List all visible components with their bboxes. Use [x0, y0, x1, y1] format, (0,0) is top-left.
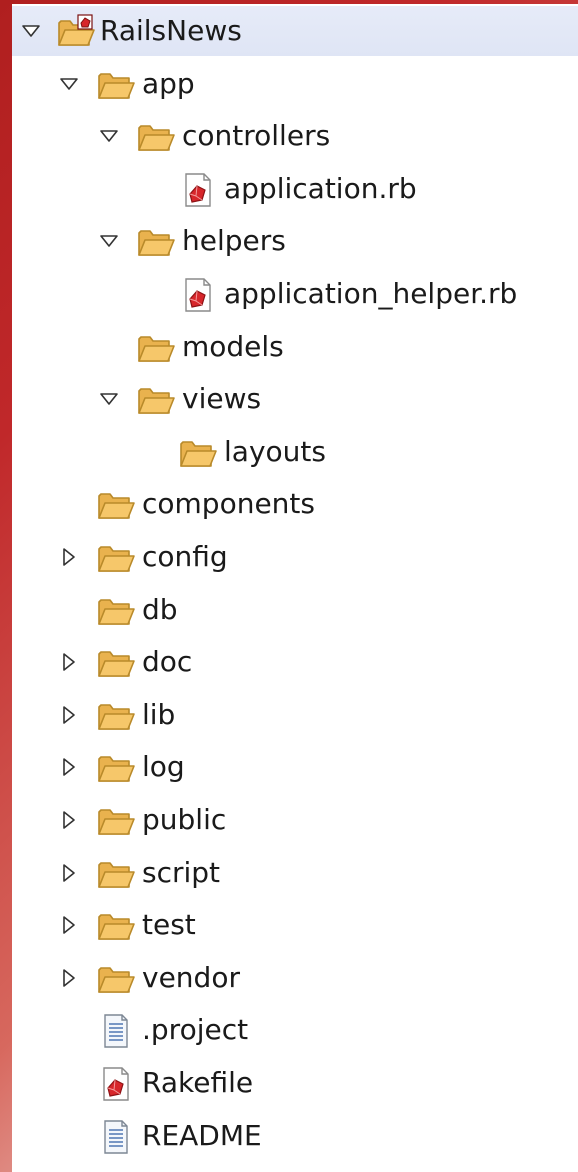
tree-item-label: script — [142, 855, 221, 889]
folder-icon — [96, 856, 136, 892]
tree-item-lib[interactable]: lib — [12, 690, 578, 740]
text-file-icon — [96, 1013, 136, 1049]
collapsed-arrow-icon[interactable] — [58, 756, 80, 778]
tree-item-application-helper-rb[interactable]: application_helper.rb — [12, 269, 578, 319]
folder-icon — [96, 908, 136, 944]
folder-icon — [96, 961, 136, 997]
tree-item-components[interactable]: components — [12, 479, 578, 529]
tree-item-readme[interactable]: README — [12, 1111, 578, 1161]
tree-item-label: lib — [142, 697, 176, 731]
tree-item-doc[interactable]: doc — [12, 637, 578, 687]
folder-icon — [136, 119, 176, 155]
collapsed-arrow-icon[interactable] — [58, 862, 80, 884]
tree-item-public[interactable]: public — [12, 795, 578, 845]
tree-root-row[interactable]: RailsNews — [12, 6, 578, 56]
folder-icon — [136, 224, 176, 260]
tree-item-label: app — [142, 66, 195, 100]
tree-item-label: helpers — [182, 224, 286, 258]
tree-item-label: db — [142, 592, 178, 626]
folder-icon — [136, 330, 176, 366]
tree-item-label: public — [142, 803, 227, 836]
collapsed-arrow-icon[interactable] — [58, 914, 80, 936]
tree-item-label: components — [142, 487, 315, 521]
tree-item-label: .project — [142, 1013, 249, 1047]
ruby-file-icon — [96, 1066, 136, 1102]
folder-icon — [96, 750, 136, 786]
expanded-arrow-icon[interactable] — [98, 230, 120, 252]
tree-item-db[interactable]: db — [12, 585, 578, 635]
folder-icon — [96, 645, 136, 681]
collapsed-arrow-icon[interactable] — [58, 651, 80, 673]
tree-item-label: layouts — [224, 434, 326, 468]
ruby-file-icon — [178, 172, 218, 208]
tree-item-label: log — [142, 750, 185, 784]
project-tree: RailsNews app controllers application.rb hel… — [12, 4, 578, 1172]
tree-item-layouts[interactable]: layouts — [12, 427, 578, 477]
tree-item-label: config — [142, 540, 228, 573]
tree-item-label: doc — [142, 645, 193, 679]
tree-item-label: controllers — [182, 119, 331, 153]
tree-item-rakefile[interactable]: Rakefile — [12, 1058, 578, 1108]
tree-item-label: application.rb — [224, 171, 417, 205]
collapsed-arrow-icon[interactable] — [58, 809, 80, 831]
tree-item-label: vendor — [142, 960, 240, 994]
collapsed-arrow-icon[interactable] — [58, 546, 80, 568]
tree-item-test[interactable]: test — [12, 900, 578, 950]
tree-item-project[interactable]: .project — [12, 1005, 578, 1055]
expanded-arrow-icon[interactable] — [20, 20, 42, 42]
tree-item-label: application_helper.rb — [224, 277, 518, 310]
project-explorer-panel: RailsNews app controllers application.rb hel… — [12, 4, 578, 1172]
tree-item-label: README — [142, 1118, 262, 1152]
expanded-arrow-icon[interactable] — [58, 73, 80, 95]
tree-item-config[interactable]: config — [12, 532, 578, 582]
collapsed-arrow-icon[interactable] — [58, 967, 80, 989]
text-file-icon — [96, 1119, 136, 1155]
tree-item-app[interactable]: app — [12, 59, 578, 109]
tree-item-helpers[interactable]: helpers — [12, 216, 578, 266]
tree-item-label: test — [142, 908, 196, 942]
expanded-arrow-icon[interactable] — [98, 125, 120, 147]
folder-icon — [178, 435, 218, 471]
tree-item-vendor[interactable]: vendor — [12, 953, 578, 1003]
folder-icon — [96, 803, 136, 839]
folder-icon — [96, 540, 136, 576]
tree-item-label: Rakefile — [142, 1066, 254, 1099]
collapsed-arrow-icon[interactable] — [58, 704, 80, 726]
folder-icon — [96, 698, 136, 734]
folder-icon — [96, 67, 136, 103]
folder-icon — [96, 487, 136, 523]
tree-item-models[interactable]: models — [12, 322, 578, 372]
tree-item-controllers[interactable]: controllers — [12, 111, 578, 161]
folder-icon — [96, 593, 136, 629]
tree-item-log[interactable]: log — [12, 742, 578, 792]
tree-item-label: views — [182, 382, 262, 416]
ruby-file-icon — [178, 277, 218, 313]
expanded-arrow-icon[interactable] — [98, 388, 120, 410]
tree-item-application-rb[interactable]: application.rb — [12, 164, 578, 214]
tree-item-label: models — [182, 329, 284, 363]
tree-item-script[interactable]: script — [12, 848, 578, 898]
ruby-project-icon — [56, 14, 96, 50]
tree-item-label: RailsNews — [100, 14, 242, 47]
folder-icon — [136, 382, 176, 418]
tree-item-views[interactable]: views — [12, 374, 578, 424]
